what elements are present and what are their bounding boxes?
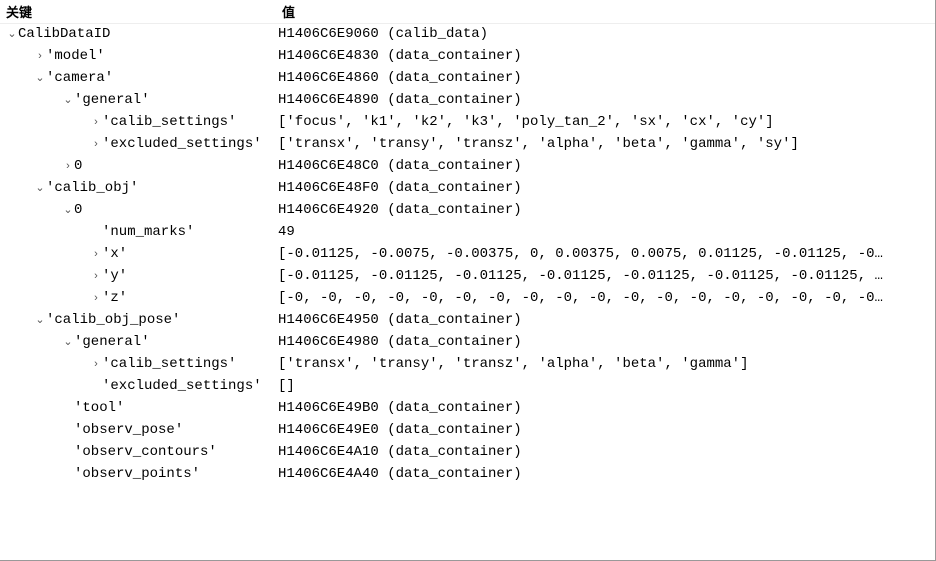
chevron-down-icon[interactable]: ⌄ [34,311,46,330]
node-y-label: 'y' [102,268,127,284]
node-z-value: [-0, -0, -0, -0, -0, -0, -0, -0, -0, -0,… [276,288,935,310]
node-calib-obj-value: H1406C6E48F0 (data_container) [276,178,935,200]
node-pose-calib-settings-label: 'calib_settings' [102,356,236,372]
node-num-marks-label: 'num_marks' [102,224,194,240]
tree-view-panel: 关键 值 ⌄CalibDataIDH1406C6E9060 (calib_dat… [0,0,935,560]
node-observ-points[interactable]: 'observ_points' [0,464,276,486]
node-camera-calib-settings-label: 'calib_settings' [102,114,236,130]
node-pose-general-value: H1406C6E4980 (data_container) [276,332,935,354]
node-x-label: 'x' [102,246,127,262]
node-observ-pose-label: 'observ_pose' [74,422,183,438]
node-y[interactable]: ›'y' [0,266,276,288]
node-camera-0[interactable]: ›0 [0,156,276,178]
node-observ-contours-value: H1406C6E4A10 (data_container) [276,442,935,464]
node-x-value: [-0.01125, -0.0075, -0.00375, 0, 0.00375… [276,244,935,266]
node-tool-label: 'tool' [74,400,124,416]
node-pose-general-label: 'general' [74,334,150,350]
node-calib-obj[interactable]: ⌄'calib_obj' [0,178,276,200]
node-observ-contours-label: 'observ_contours' [74,444,217,460]
node-camera-general-value: H1406C6E4890 (data_container) [276,90,935,112]
node-pose-general[interactable]: ⌄'general' [0,332,276,354]
node-observ-pose[interactable]: 'observ_pose' [0,420,276,442]
chevron-down-icon[interactable]: ⌄ [62,333,74,352]
chevron-down-icon[interactable]: ⌄ [34,69,46,88]
chevron-right-icon[interactable]: › [90,245,102,264]
node-pose-calib-settings[interactable]: ›'calib_settings' [0,354,276,376]
node-model[interactable]: ›'model' [0,46,276,68]
node-calib-obj-label: 'calib_obj' [46,180,138,196]
node-camera-calib-settings[interactable]: ›'calib_settings' [0,112,276,134]
node-model-value: H1406C6E4830 (data_container) [276,46,935,68]
node-camera-general[interactable]: ⌄'general' [0,90,276,112]
node-observ-pose-value: H1406C6E49E0 (data_container) [276,420,935,442]
node-pose-excluded-settings-value: [] [276,376,935,398]
node-camera-excluded-settings[interactable]: ›'excluded_settings' [0,134,276,156]
node-tool[interactable]: 'tool' [0,398,276,420]
node-camera-label: 'camera' [46,70,113,86]
node-calib-obj-pose-value: H1406C6E4950 (data_container) [276,310,935,332]
chevron-right-icon[interactable]: › [90,135,102,154]
header-key[interactable]: 关键 [0,0,276,24]
node-camera-calib-settings-value: ['focus', 'k1', 'k2', 'k3', 'poly_tan_2'… [276,112,935,134]
tree-grid: 关键 值 ⌄CalibDataIDH1406C6E9060 (calib_dat… [0,0,935,486]
node-x[interactable]: ›'x' [0,244,276,266]
chevron-down-icon[interactable]: ⌄ [62,91,74,110]
node-tool-value: H1406C6E49B0 (data_container) [276,398,935,420]
node-z[interactable]: ›'z' [0,288,276,310]
node-calib-obj-pose-label: 'calib_obj_pose' [46,312,180,328]
chevron-right-icon[interactable]: › [90,289,102,308]
node-num-marks[interactable]: 'num_marks' [0,222,276,244]
chevron-right-icon[interactable]: › [90,267,102,286]
node-pose-calib-settings-value: ['transx', 'transy', 'transz', 'alpha', … [276,354,935,376]
node-camera-general-label: 'general' [74,92,150,108]
node-observ-points-label: 'observ_points' [74,466,200,482]
chevron-right-icon[interactable]: › [90,355,102,374]
node-calib-obj-0-label: 0 [74,202,82,218]
node-num-marks-value: 49 [276,222,935,244]
node-pose-excluded-settings-label: 'excluded_settings' [102,378,262,394]
node-camera-excluded-settings-value: ['transx', 'transy', 'transz', 'alpha', … [276,134,935,156]
node-calib-obj-0[interactable]: ⌄0 [0,200,276,222]
node-z-label: 'z' [102,290,127,306]
chevron-down-icon[interactable]: ⌄ [6,25,18,44]
node-camera-0-label: 0 [74,158,82,174]
node-calibdataid-value: H1406C6E9060 (calib_data) [276,24,935,46]
chevron-right-icon[interactable]: › [34,47,46,66]
node-model-label: 'model' [46,48,105,64]
node-calib-obj-0-value: H1406C6E4920 (data_container) [276,200,935,222]
node-calib-obj-pose[interactable]: ⌄'calib_obj_pose' [0,310,276,332]
chevron-right-icon[interactable]: › [90,113,102,132]
node-camera-excluded-settings-label: 'excluded_settings' [102,136,262,152]
node-calibdataid-label: CalibDataID [18,26,110,42]
node-camera[interactable]: ⌄'camera' [0,68,276,90]
chevron-down-icon[interactable]: ⌄ [34,179,46,198]
chevron-right-icon[interactable]: › [62,157,74,176]
node-camera-0-value: H1406C6E48C0 (data_container) [276,156,935,178]
node-observ-contours[interactable]: 'observ_contours' [0,442,276,464]
node-observ-points-value: H1406C6E4A40 (data_container) [276,464,935,486]
node-calibdataid[interactable]: ⌄CalibDataID [0,24,276,46]
node-camera-value: H1406C6E4860 (data_container) [276,68,935,90]
node-pose-excluded-settings[interactable]: 'excluded_settings' [0,376,276,398]
header-value[interactable]: 值 [276,0,935,24]
node-y-value: [-0.01125, -0.01125, -0.01125, -0.01125,… [276,266,935,288]
chevron-down-icon[interactable]: ⌄ [62,201,74,220]
